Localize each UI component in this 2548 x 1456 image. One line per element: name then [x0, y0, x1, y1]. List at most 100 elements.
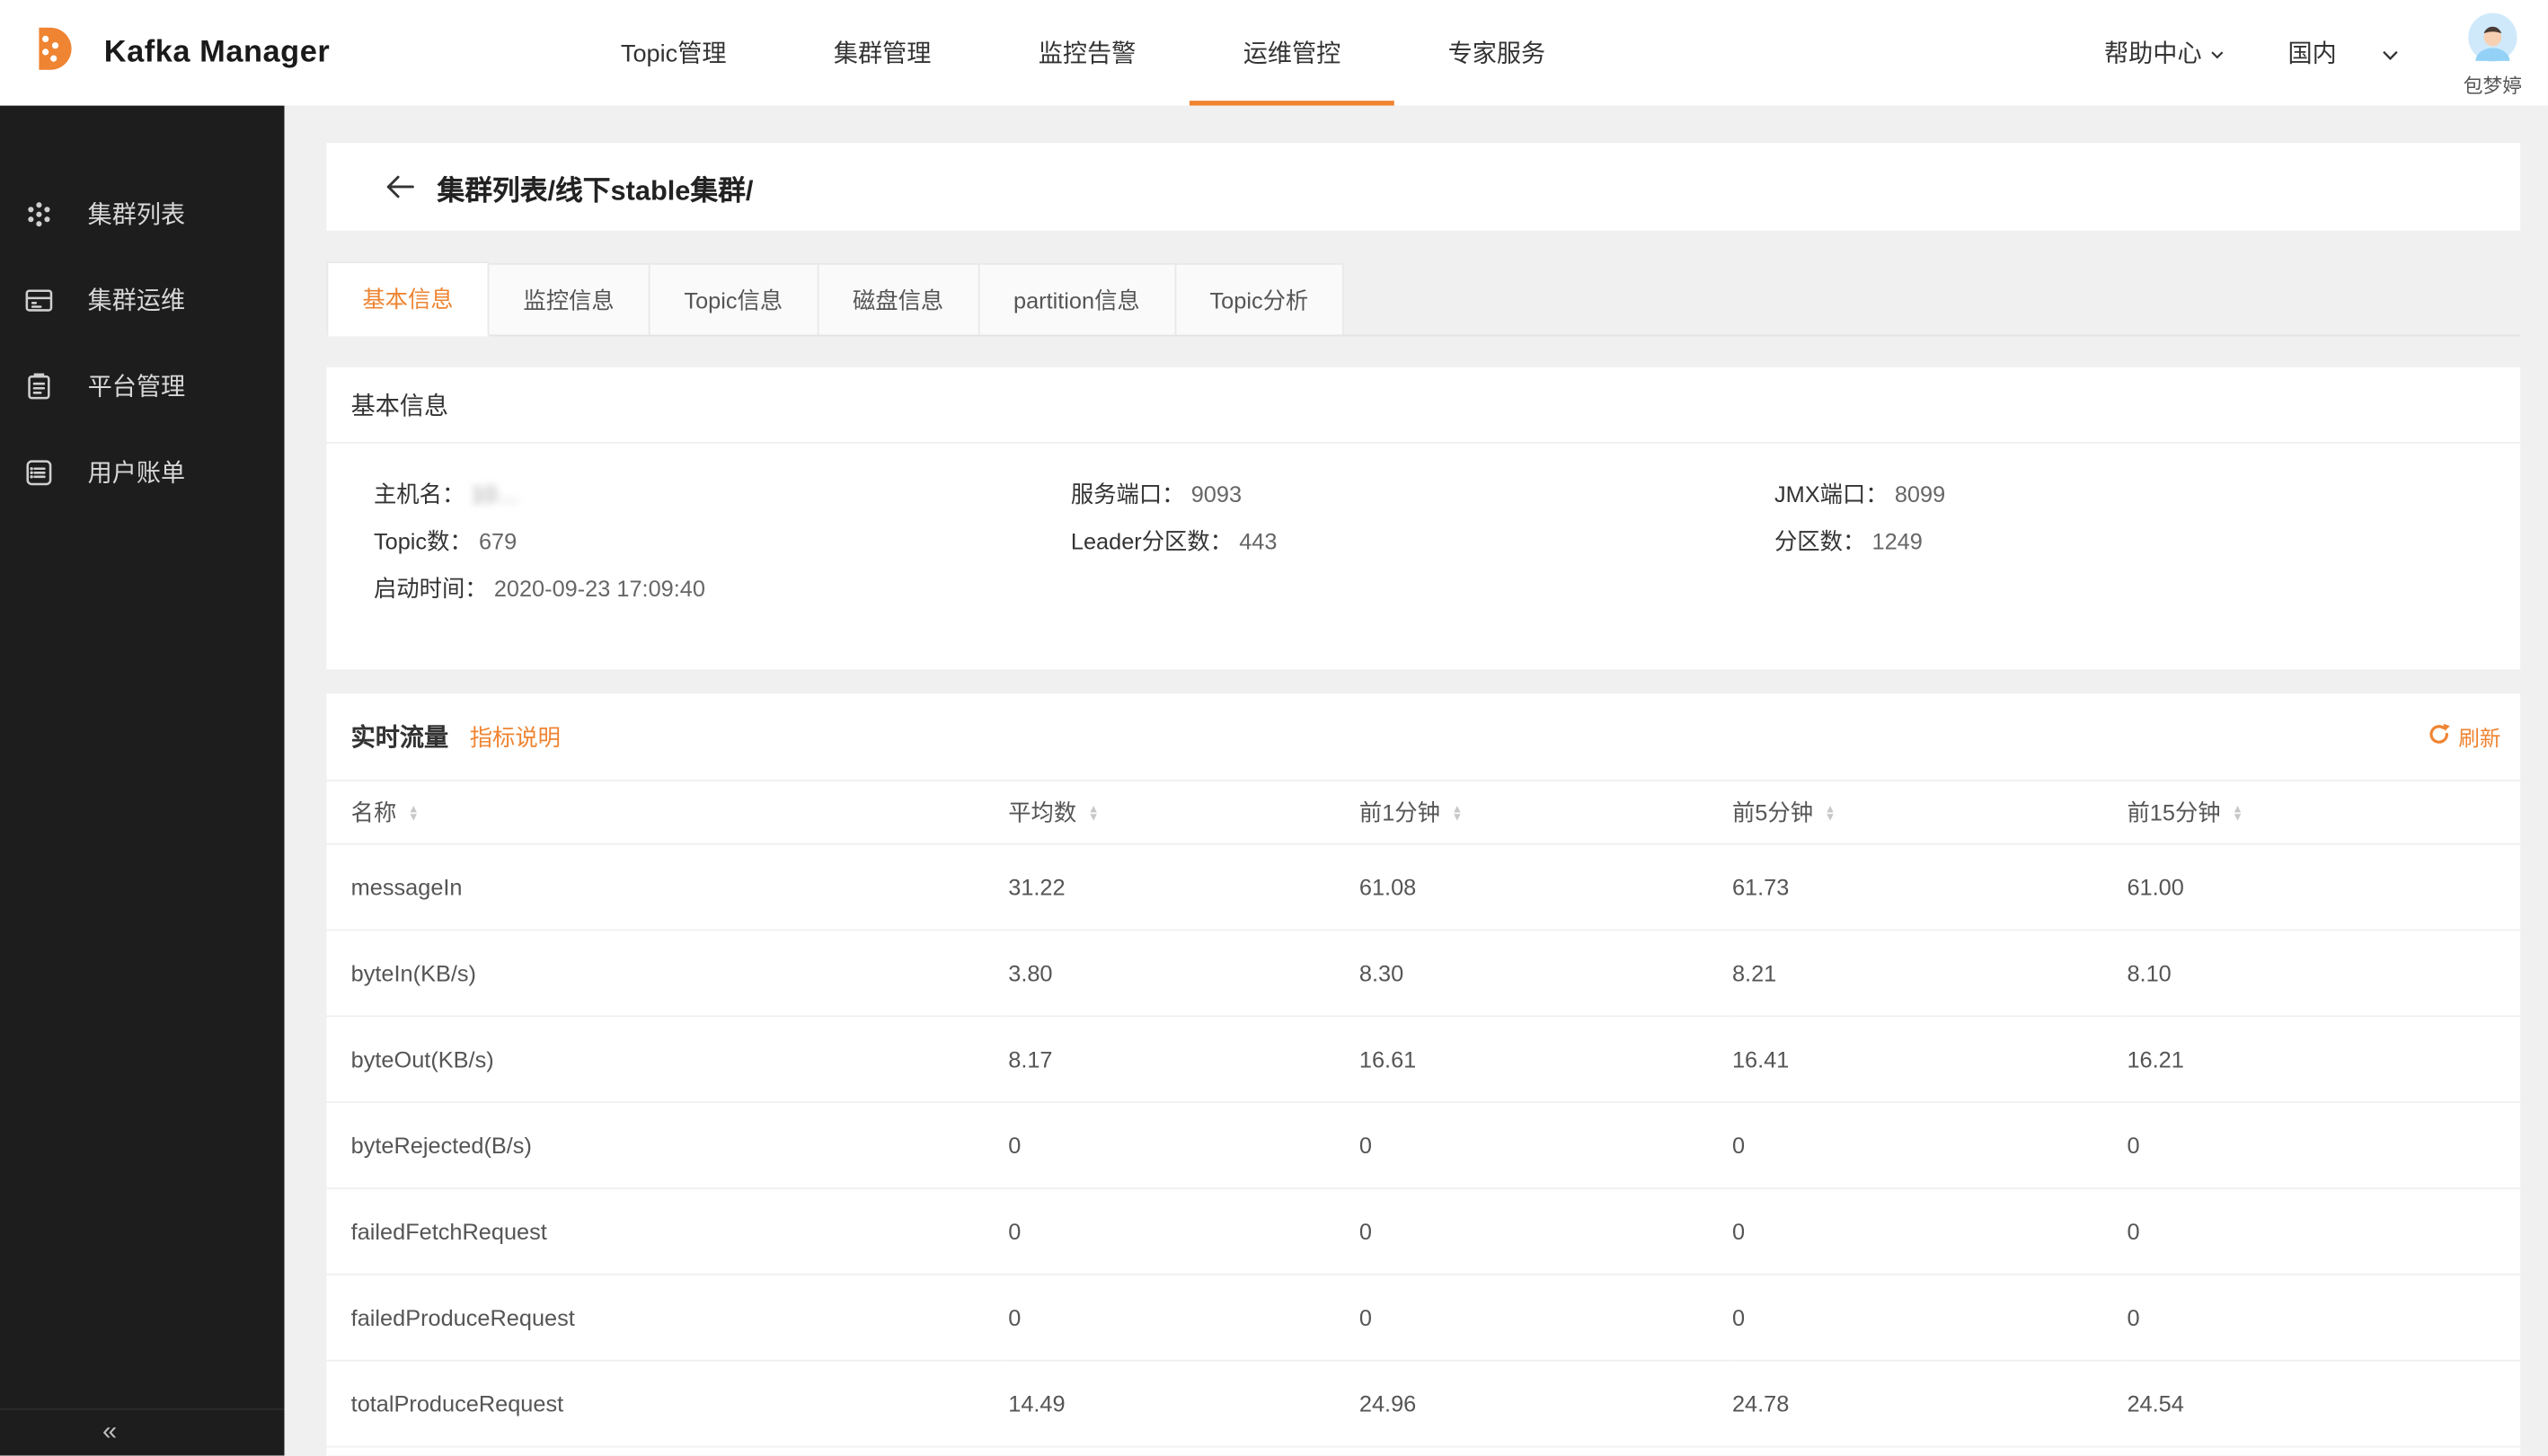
sidebar-item[interactable]: 集群运维: [0, 257, 285, 343]
sort-icon[interactable]: ▲▼: [1825, 807, 1836, 823]
user-billing-icon: [24, 457, 54, 487]
metric-name-cell: byteOut(KB/s): [327, 1016, 1007, 1102]
metric-value-cell: 0: [1006, 1102, 1358, 1188]
metrics-column-header[interactable]: 平均数▲▼: [1006, 781, 1358, 844]
metric-value-cell: 14.49: [1006, 1361, 1358, 1447]
metrics-column-header[interactable]: 前15分钟 ▲▼: [2126, 781, 2520, 844]
tab[interactable]: partition信息: [979, 263, 1176, 335]
cluster-ops-icon: [24, 285, 54, 314]
metrics-column-header[interactable]: 前5分钟▲▼: [1730, 781, 2125, 844]
sidebar-collapse-button[interactable]: «: [0, 1408, 285, 1455]
header-right: 帮助中心 国内 包梦婷: [2104, 0, 2548, 106]
sidebar-item[interactable]: 平台管理: [0, 343, 285, 429]
sidebar: 集群列表集群运维平台管理用户账单 «: [0, 106, 285, 1456]
info-field-value: 679: [479, 527, 517, 553]
tab[interactable]: Topic信息: [650, 263, 818, 335]
metric-name-cell: totalFetchRequest: [327, 1447, 1007, 1456]
metric-value-cell: 0: [1730, 1102, 2125, 1188]
metric-name-cell: messageIn: [327, 844, 1007, 931]
metric-value-cell: 0: [1006, 1275, 1358, 1361]
metric-value-cell: 8.30: [1358, 930, 1730, 1016]
metrics-column-header[interactable]: 名称 ▲▼: [327, 781, 1007, 844]
info-field-label: 服务端口：: [1071, 477, 1185, 509]
metric-value-cell: 3.80: [1006, 930, 1358, 1016]
sidebar-item[interactable]: 用户账单: [0, 428, 285, 515]
metric-value-cell: 61.08: [1358, 844, 1730, 931]
back-button[interactable]: [384, 172, 416, 202]
sidebar-item[interactable]: 集群列表: [0, 171, 285, 257]
metric-value-cell: 0: [1358, 1102, 1730, 1188]
top-nav-item[interactable]: Topic管理: [567, 0, 780, 106]
avatar: [2468, 13, 2517, 69]
metric-value-cell: 24.96: [1358, 1361, 1730, 1447]
metric-value-cell: 24.54: [2126, 1361, 2520, 1447]
metric-value-cell: 21228.01: [2126, 1447, 2520, 1456]
sort-icon[interactable]: ▲▼: [408, 807, 420, 823]
breadcrumb: 集群列表/线下stable集群/: [438, 166, 754, 207]
tab-bar: 基本信息监控信息Topic信息磁盘信息partition信息Topic分析: [327, 261, 2521, 336]
help-center-label: 帮助中心: [2104, 36, 2202, 70]
metrics-column-header[interactable]: 前1分钟▲▼: [1358, 781, 1730, 844]
metrics-help-link[interactable]: 指标说明: [470, 720, 561, 753]
table-row: byteRejected(B/s)0000: [327, 1102, 2521, 1188]
app-window: Kafka Manager Topic管理集群管理监控告警运维管控专家服务 帮助…: [0, 0, 2548, 1456]
sidebar-item-label: 平台管理: [88, 369, 186, 403]
sidebar-item-label: 集群运维: [88, 283, 186, 317]
region-label: 国内: [2287, 36, 2336, 70]
cluster-list-icon: [24, 199, 54, 229]
sort-icon[interactable]: ▲▼: [2232, 807, 2243, 823]
info-field-value: 2020-09-23 17:09:40: [494, 574, 705, 600]
metric-value-cell: 8.17: [1006, 1016, 1358, 1102]
table-row: byteIn(KB/s)3.808.308.218.10: [327, 930, 2521, 1016]
top-nav-item[interactable]: 运维管控: [1190, 0, 1394, 106]
metric-value-cell: 31.22: [1006, 844, 1358, 931]
info-column: 服务端口：9093 Leader分区数：443: [1071, 470, 1774, 611]
collapse-icon: «: [102, 1418, 117, 1448]
info-field-value: 1249: [1872, 527, 1923, 553]
info-field-label: 分区数：: [1774, 524, 1865, 556]
tab[interactable]: 磁盘信息: [818, 263, 979, 335]
metric-name-cell: failedFetchRequest: [327, 1188, 1007, 1275]
help-center-menu[interactable]: 帮助中心: [2104, 36, 2226, 70]
metric-value-cell: 16.41: [1730, 1016, 2125, 1102]
user-name: 包梦婷: [2464, 71, 2522, 99]
chevron-down-icon: [2379, 43, 2402, 66]
app-logo-icon: [20, 18, 82, 88]
tab[interactable]: 基本信息: [327, 261, 490, 336]
info-field: 分区数： 1249: [1774, 516, 2496, 563]
metric-value-cell: 0: [2126, 1275, 2520, 1361]
info-field-value: 9093: [1191, 480, 1242, 506]
info-field-label: Leader分区数：: [1071, 524, 1233, 556]
info-field-value: 10…: [471, 480, 518, 506]
top-nav-item[interactable]: 集群管理: [780, 0, 985, 106]
top-nav-item[interactable]: 专家服务: [1394, 0, 1599, 106]
info-field: 启动时间：2020-09-23 17:09:40: [374, 564, 1071, 611]
metric-value-cell: 0: [2126, 1188, 2520, 1275]
metrics-column-label: 前15分钟: [2127, 799, 2220, 825]
metrics-table-header-row: 名称▲▼平均数▲▼前1分钟▲▼前5分钟▲▼前15分钟▲▼: [327, 781, 2521, 844]
info-field-label: 主机名：: [374, 477, 464, 509]
metric-value-cell: 21401.62: [1730, 1447, 2125, 1456]
tab[interactable]: 监控信息: [489, 263, 650, 335]
metric-value-cell: 16.61: [1358, 1016, 1730, 1102]
info-field: JMX端口：8099: [1774, 470, 2496, 516]
breadcrumb-bar: 集群列表/线下stable集群/: [327, 143, 2521, 231]
refresh-label: 刷新: [2458, 721, 2500, 752]
realtime-traffic-header: 实时流量 指标说明 刷新: [327, 693, 2521, 780]
tab[interactable]: Topic分析: [1176, 263, 1345, 335]
metrics-table: 名称▲▼平均数▲▼前1分钟▲▼前5分钟▲▼前15分钟▲▼ messageIn31…: [327, 780, 2521, 1455]
basic-info-fields: 主机名：10…Topic数：679启动时间：2020-09-23 17:09:4…: [327, 444, 2521, 669]
metric-value-cell: 61.00: [2126, 844, 2520, 931]
info-field-value: 443: [1239, 527, 1277, 553]
info-column: JMX端口：8099 分区数： 1249: [1774, 470, 2496, 611]
sidebar-item-label: 用户账单: [88, 454, 186, 489]
sort-icon[interactable]: ▲▼: [1452, 807, 1464, 823]
top-nav-item[interactable]: 监控告警: [985, 0, 1190, 106]
metrics-column-label: 名称: [351, 799, 397, 825]
sort-icon[interactable]: ▲▼: [1088, 807, 1100, 823]
table-row: byteOut(KB/s)8.1716.6116.4116.21: [327, 1016, 2521, 1102]
metric-name-cell: failedProduceRequest: [327, 1275, 1007, 1361]
refresh-button[interactable]: 刷新: [2428, 721, 2500, 752]
region-selector[interactable]: 国内: [2287, 36, 2402, 70]
user-menu[interactable]: 包梦婷: [2464, 7, 2522, 98]
